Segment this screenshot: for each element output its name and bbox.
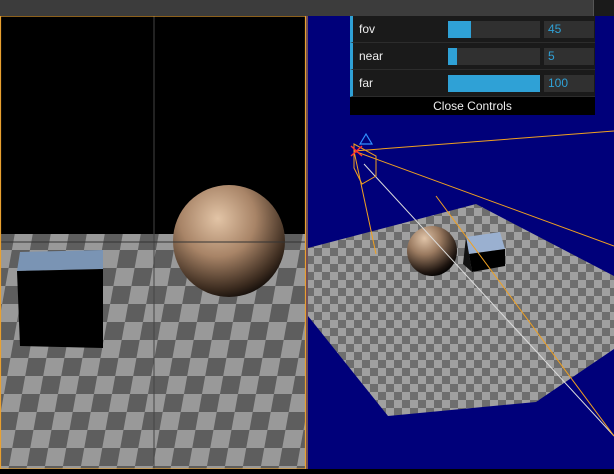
fov-row: fov: [350, 16, 595, 43]
far-slider[interactable]: [448, 75, 540, 92]
near-input[interactable]: [544, 48, 594, 65]
sphere: [407, 226, 457, 276]
near-slider[interactable]: [448, 48, 540, 65]
cube-top: [17, 250, 103, 271]
controls-panel: fov near far Close Controls: [350, 16, 595, 115]
fov-label: fov: [359, 22, 376, 36]
sphere: [173, 185, 285, 297]
near-label: near: [359, 49, 384, 63]
camera-viewport[interactable]: [0, 15, 381, 470]
window-button[interactable]: [593, 0, 614, 16]
far-row: far: [350, 70, 595, 97]
fov-slider[interactable]: [448, 21, 540, 38]
near-row: near: [350, 43, 595, 70]
close-controls-button[interactable]: Close Controls: [350, 97, 595, 115]
far-input[interactable]: [544, 75, 594, 92]
cube-side: [17, 269, 103, 348]
far-label: far: [359, 76, 374, 90]
window-title-bar: [0, 0, 614, 17]
fov-input[interactable]: [544, 21, 594, 38]
